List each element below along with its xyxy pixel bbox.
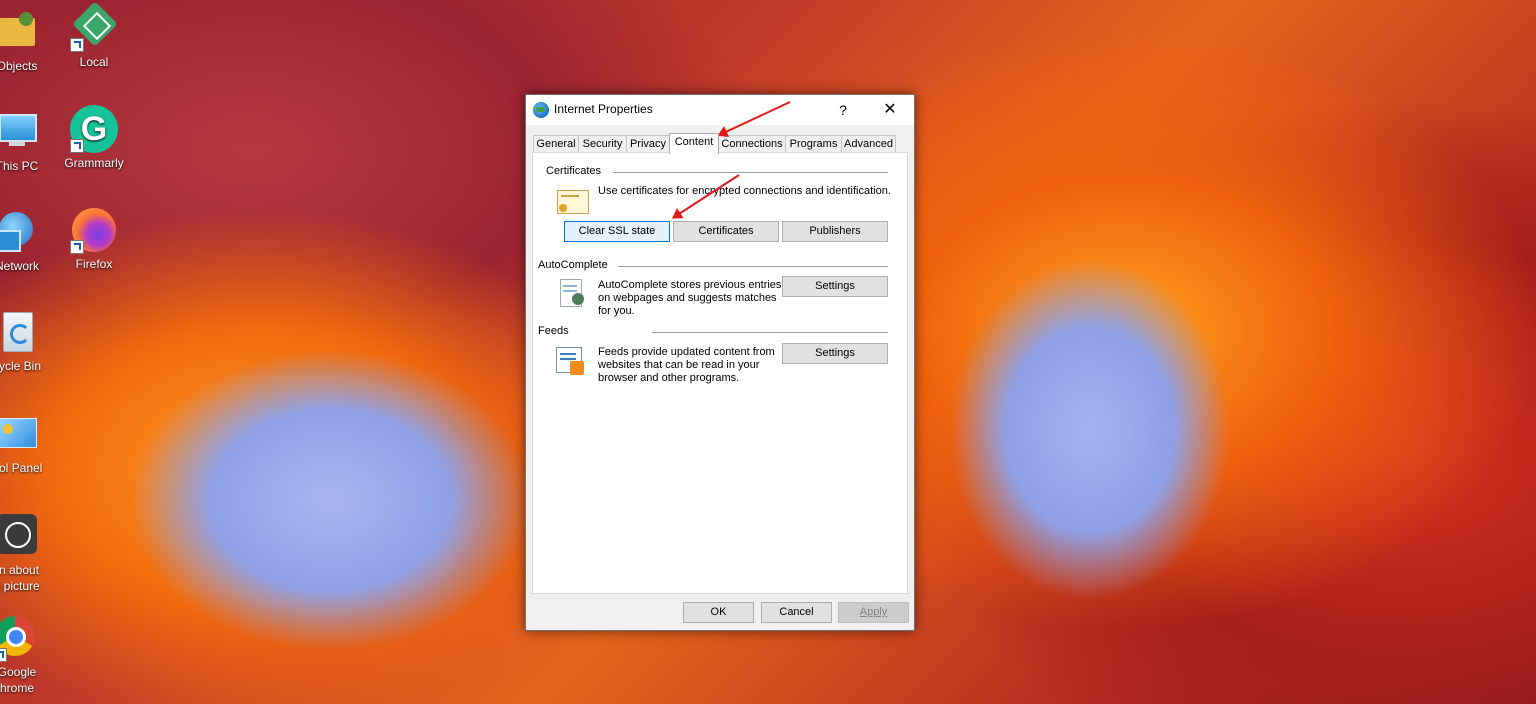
camera-icon bbox=[0, 512, 41, 560]
autocomplete-settings-button[interactable]: Settings bbox=[782, 276, 888, 297]
shortcut-arrow-icon bbox=[70, 240, 84, 254]
desktop-icon-google-chrome[interactable]: Google hrome bbox=[0, 614, 60, 696]
network-icon bbox=[0, 208, 41, 256]
certificate-icon bbox=[555, 186, 589, 218]
shortcut-arrow-icon bbox=[70, 139, 84, 153]
help-button[interactable]: ? bbox=[828, 99, 858, 121]
local-app-icon bbox=[70, 1, 118, 52]
group-divider bbox=[618, 266, 888, 267]
desktop-icon-grammarly[interactable]: G Grammarly bbox=[51, 105, 137, 171]
dialog-title: Internet Properties bbox=[554, 102, 653, 116]
ok-button[interactable]: OK bbox=[683, 602, 754, 623]
certificates-heading: Certificates bbox=[546, 165, 602, 177]
tab-general[interactable]: General bbox=[533, 135, 579, 153]
tab-content[interactable]: Content bbox=[669, 133, 719, 154]
grammarly-icon: G bbox=[70, 105, 118, 153]
desktop-icon-firefox[interactable]: Firefox bbox=[51, 206, 137, 272]
control-panel-icon bbox=[0, 410, 41, 458]
certificates-button[interactable]: Certificates bbox=[673, 221, 779, 242]
computer-icon bbox=[0, 108, 41, 156]
group-divider bbox=[613, 172, 888, 173]
folder-icon bbox=[0, 8, 41, 56]
desktop-icon-recycle-bin[interactable]: cycle Bin bbox=[0, 308, 60, 374]
desktop-icon-label: Local bbox=[79, 55, 109, 69]
internet-properties-dialog: Internet Properties ? ✕ General Security… bbox=[525, 94, 915, 631]
shortcut-arrow-icon bbox=[70, 38, 84, 52]
shortcut-arrow-icon bbox=[0, 648, 7, 662]
certificates-description: Use certificates for encrypted connectio… bbox=[598, 185, 891, 197]
recycle-bin-icon bbox=[0, 308, 41, 356]
feeds-settings-button[interactable]: Settings bbox=[782, 343, 888, 364]
firefox-icon bbox=[70, 206, 118, 254]
chrome-icon bbox=[0, 614, 41, 662]
autocomplete-icon bbox=[558, 277, 590, 309]
tab-connections[interactable]: Connections bbox=[718, 135, 786, 153]
dialog-titlebar[interactable]: Internet Properties ? ✕ bbox=[526, 95, 914, 125]
desktop-icon-local[interactable]: Local bbox=[51, 1, 137, 70]
feeds-description: Feeds provide updated content from websi… bbox=[598, 346, 775, 384]
desktop-icon-label: cycle Bin bbox=[0, 359, 42, 373]
desktop-icon-learn-about-picture[interactable]: rn about s picture bbox=[0, 512, 60, 594]
tab-privacy[interactable]: Privacy bbox=[626, 135, 670, 153]
desktop-icon-label: rn about s picture bbox=[0, 563, 40, 593]
desktop-icon-label: Google hrome bbox=[0, 665, 37, 695]
autocomplete-description: AutoComplete stores previous entries on … bbox=[598, 279, 782, 317]
tab-programs[interactable]: Programs bbox=[785, 135, 842, 153]
autocomplete-heading: AutoComplete bbox=[538, 259, 608, 271]
tab-advanced[interactable]: Advanced bbox=[841, 135, 896, 153]
tab-security[interactable]: Security bbox=[578, 135, 627, 153]
desktop-icon-label: trol Panel bbox=[0, 461, 43, 475]
close-button[interactable]: ✕ bbox=[875, 99, 905, 121]
feeds-icon bbox=[554, 345, 586, 377]
desktop-icon-label: Firefox bbox=[75, 257, 113, 271]
feeds-heading: Feeds bbox=[538, 325, 569, 337]
clear-ssl-state-button[interactable]: Clear SSL state bbox=[564, 221, 670, 242]
publishers-button[interactable]: Publishers bbox=[782, 221, 888, 242]
apply-button[interactable]: Apply bbox=[838, 602, 909, 623]
desktop-icon-control-panel[interactable]: trol Panel bbox=[0, 410, 60, 476]
internet-globe-icon bbox=[533, 102, 549, 118]
group-divider bbox=[652, 332, 888, 333]
cancel-button[interactable]: Cancel bbox=[761, 602, 832, 623]
desktop-icon-label: Grammarly bbox=[64, 156, 124, 170]
content-tab-page: Certificates Use certificates for encryp… bbox=[532, 152, 908, 594]
